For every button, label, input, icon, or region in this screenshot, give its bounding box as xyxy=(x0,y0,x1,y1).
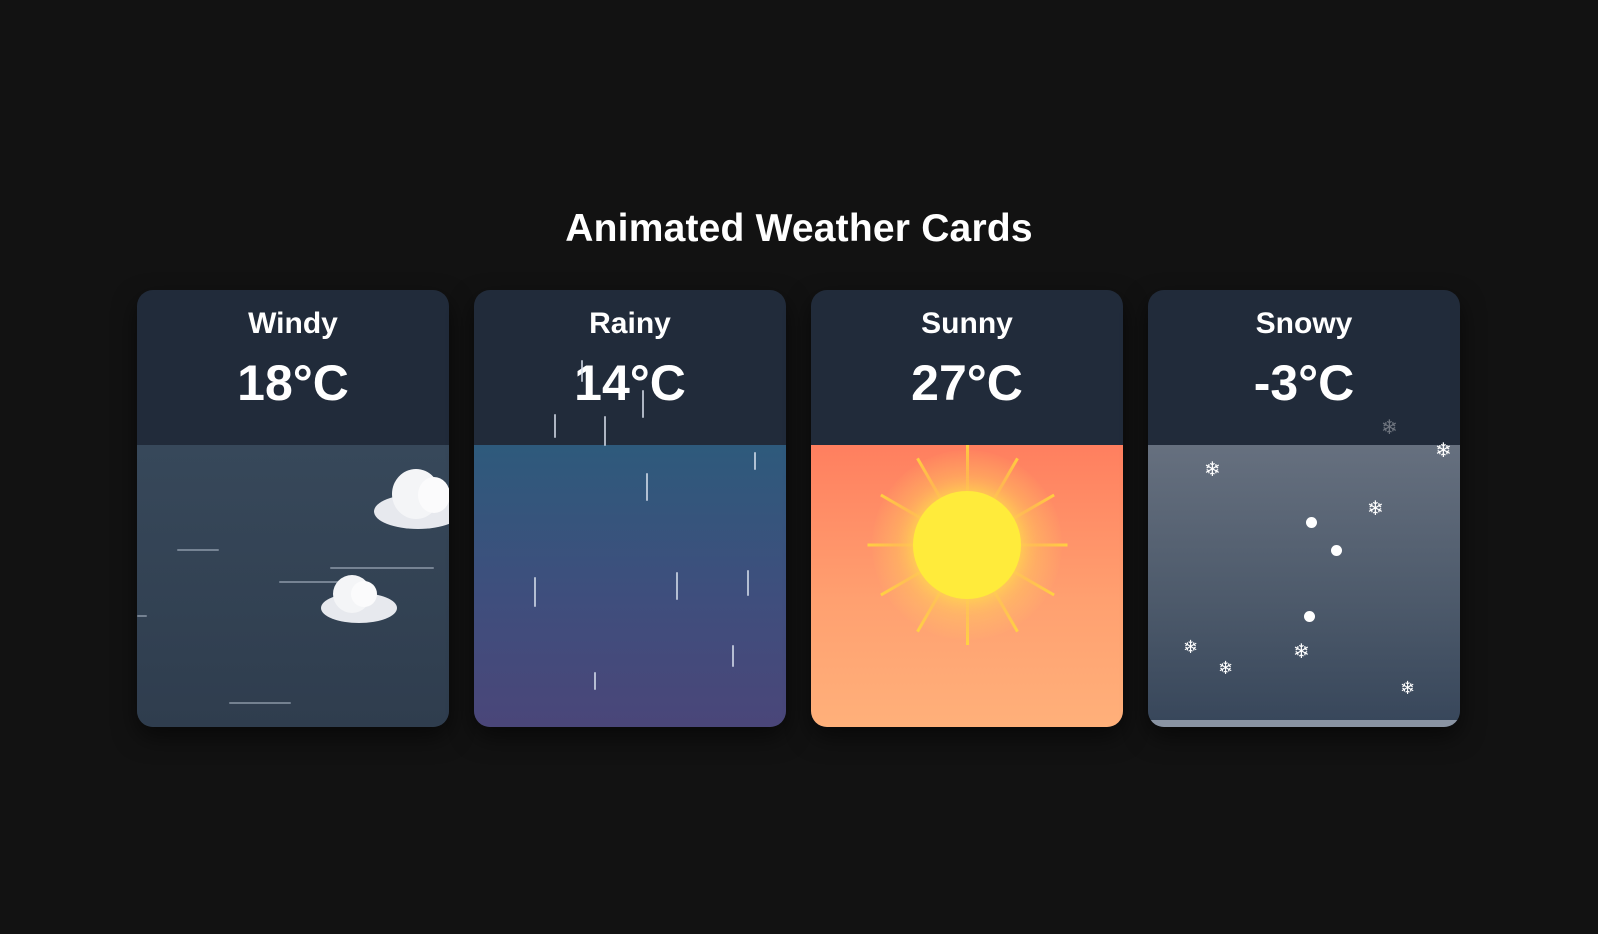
snowflake-icon: ❄ xyxy=(1400,678,1416,699)
card-condition: Sunny xyxy=(921,307,1013,340)
card-header: Sunny 27°C xyxy=(811,290,1123,445)
snow-dot xyxy=(1306,517,1317,528)
windy-scene xyxy=(137,445,449,727)
wind-gust xyxy=(137,615,147,617)
page: Animated Weather Cards Windy 18°C Rainy … xyxy=(0,0,1598,934)
raindrop xyxy=(642,390,644,418)
page-title: Animated Weather Cards xyxy=(565,207,1033,250)
raindrop xyxy=(581,360,583,382)
card-header: Windy 18°C xyxy=(137,290,449,445)
rainy-scene xyxy=(474,445,786,727)
card-condition: Rainy xyxy=(589,307,671,340)
wind-gust xyxy=(229,702,291,704)
wind-gust xyxy=(177,549,219,551)
raindrop xyxy=(754,452,756,470)
snow-ground xyxy=(1148,720,1460,727)
weather-card-sunny[interactable]: Sunny 27°C xyxy=(811,290,1123,727)
snow-dot xyxy=(1331,545,1342,556)
card-temperature: -3°C xyxy=(1253,355,1355,411)
raindrop xyxy=(646,473,648,501)
snowflake-icon: ❄ xyxy=(1183,637,1199,658)
snowflake-icon: ❄ xyxy=(1435,438,1452,462)
weather-card-snowy[interactable]: Snowy -3°C ❄ ❄ ❄ ❄ ❄ ❄ ❄ ❄ xyxy=(1148,290,1460,727)
weather-card-windy[interactable]: Windy 18°C xyxy=(137,290,449,727)
snowflake-icon: ❄ xyxy=(1367,496,1384,520)
snow-dot xyxy=(1304,611,1315,622)
card-temperature: 18°C xyxy=(237,355,349,411)
wind-gust xyxy=(330,567,434,569)
raindrop xyxy=(534,577,536,607)
raindrop xyxy=(594,672,596,690)
raindrop xyxy=(732,645,734,667)
weather-card-rainy[interactable]: Rainy 14°C xyxy=(474,290,786,727)
card-condition: Snowy xyxy=(1255,307,1353,340)
card-condition: Windy xyxy=(248,307,338,340)
raindrop xyxy=(554,414,556,438)
raindrop xyxy=(747,570,749,596)
raindrop xyxy=(604,416,606,446)
raindrop xyxy=(676,572,678,600)
card-header: Snowy -3°C xyxy=(1148,290,1460,445)
sunny-scene xyxy=(811,445,1123,727)
snowflake-icon: ❄ xyxy=(1293,639,1310,663)
weather-cards: Windy 18°C Rainy 14°C Sunny 27°C Snowy -… xyxy=(137,290,1460,727)
card-temperature: 14°C xyxy=(574,355,686,411)
snowflake-icon: ❄ xyxy=(1218,658,1234,679)
snowflake-icon: ❄ xyxy=(1381,415,1398,439)
cloud-icon xyxy=(321,575,399,625)
card-temperature: 27°C xyxy=(911,355,1023,411)
cloud-icon xyxy=(374,469,449,533)
card-header: Rainy 14°C xyxy=(474,290,786,445)
snowflake-icon: ❄ xyxy=(1204,457,1221,481)
